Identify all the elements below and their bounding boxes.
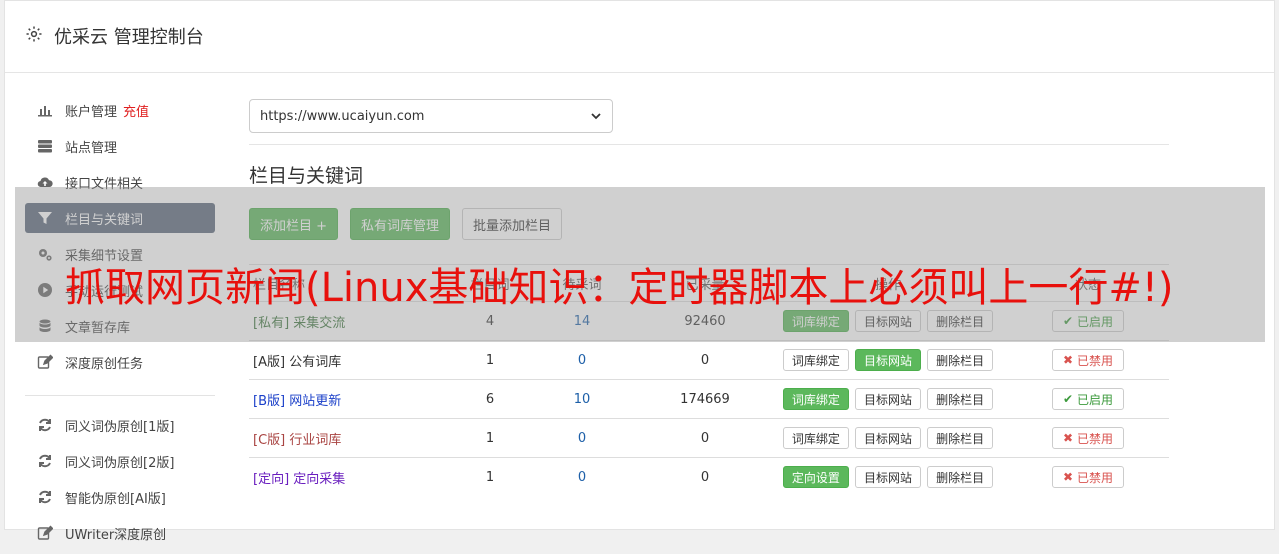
bind-library-button[interactable]: 词库绑定: [782, 349, 849, 371]
delete-column-button[interactable]: 删除栏目: [927, 388, 994, 410]
status-toggle[interactable]: ✖ 已禁用: [1052, 466, 1124, 488]
row-pending[interactable]: 0: [523, 457, 641, 496]
status-label: 已启用: [1076, 392, 1113, 407]
target-site-button[interactable]: 目标网站: [854, 466, 921, 488]
row-name-cell: [C版] 行业词库: [249, 418, 457, 458]
check-icon: ✔: [1063, 392, 1074, 406]
status-label: 已禁用: [1076, 431, 1113, 446]
row-actions: 词库绑定 目标网站 删除栏目: [769, 340, 1007, 380]
sidebar-item-label: 账户管理: [65, 104, 118, 120]
row-tag: [A版]: [253, 354, 286, 370]
close-icon: ✖: [1063, 431, 1074, 445]
row-name-cell: [B版] 网站更新: [249, 379, 457, 419]
refresh-icon: [37, 417, 53, 433]
sidebar-item-label: 同义词伪原创[2版]: [65, 455, 175, 471]
delete-column-button[interactable]: 删除栏目: [927, 349, 994, 371]
status-toggle[interactable]: ✖ 已禁用: [1052, 427, 1124, 449]
row-pending[interactable]: 0: [523, 418, 641, 458]
table-row: [A版] 公有词库 1 0 0 词库绑定 目标网站 删除栏目 ✖ 已禁用: [249, 340, 1169, 380]
row-name-cell: [A版] 公有词库: [249, 340, 457, 380]
table-row: [B版] 网站更新 6 10 174669 词库绑定 目标网站 删除栏目 ✔ 已…: [249, 379, 1169, 419]
row-collected: 174669: [641, 379, 769, 419]
row-actions: 定向设置 目标网站 删除栏目: [769, 457, 1007, 496]
site-select-value: https://www.ucaiyun.com: [260, 108, 425, 124]
row-actions: 词库绑定 目标网站 删除栏目: [769, 379, 1007, 419]
refresh-icon: [37, 453, 53, 469]
directed-settings-button[interactable]: 定向设置: [782, 466, 849, 488]
edit-icon: [37, 354, 53, 370]
status-toggle[interactable]: ✔ 已启用: [1052, 388, 1124, 410]
divider: [249, 144, 1169, 145]
status-toggle[interactable]: ✖ 已禁用: [1052, 349, 1124, 371]
target-site-button[interactable]: 目标网站: [854, 349, 921, 371]
sidebar-item-label: UWriter深度原创: [65, 527, 167, 543]
table-row: [C版] 行业词库 1 0 0 词库绑定 目标网站 删除栏目 ✖ 已禁用: [249, 418, 1169, 458]
row-pending[interactable]: 10: [523, 379, 641, 419]
recharge-link[interactable]: 充值: [123, 101, 149, 120]
section-title: 栏目与关键词: [249, 165, 364, 187]
refresh-icon: [37, 489, 53, 505]
overlay-headline: 抓取网页新闻(Linux基础知识：定时器脚本上必须叫上一行#!): [65, 265, 1174, 311]
sidebar-item-synonym-2[interactable]: 同义词伪原创[2版]: [25, 446, 215, 476]
row-name-cell: [定向] 定向采集: [249, 457, 457, 496]
row-name[interactable]: 网站更新: [289, 394, 341, 409]
delete-column-button[interactable]: 删除栏目: [927, 427, 994, 449]
target-site-button[interactable]: 目标网站: [854, 388, 921, 410]
sidebar-item-synonym-1[interactable]: 同义词伪原创[1版]: [25, 410, 215, 440]
row-tag: [C版]: [253, 432, 286, 448]
sidebar-item-label: 深度原创任务: [65, 356, 144, 372]
top-bar: 优采云 管理控制台: [5, 1, 1274, 73]
row-actions: 词库绑定 目标网站 删除栏目: [769, 418, 1007, 458]
gear-icon: [26, 26, 42, 42]
target-site-button[interactable]: 目标网站: [854, 427, 921, 449]
table-row: [定向] 定向采集 1 0 0 定向设置 目标网站 删除栏目 ✖ 已禁用: [249, 457, 1169, 496]
row-status: ✖ 已禁用: [1007, 340, 1169, 380]
row-tag: [B版]: [253, 393, 286, 409]
sidebar-item-label: 站点管理: [65, 140, 118, 156]
row-collected: 0: [641, 340, 769, 380]
row-name[interactable]: 行业词库: [289, 433, 341, 448]
row-name[interactable]: 公有词库: [289, 355, 341, 370]
row-status: ✔ 已启用: [1007, 379, 1169, 419]
bind-library-button[interactable]: 词库绑定: [782, 427, 849, 449]
row-status: ✖ 已禁用: [1007, 418, 1169, 458]
sidebar-item-ai-rewrite[interactable]: 智能伪原创[AI版]: [25, 482, 215, 512]
close-icon: ✖: [1063, 353, 1074, 367]
bar-chart-icon: [37, 102, 53, 118]
chevron-down-icon: [591, 113, 601, 120]
row-words: 1: [457, 340, 523, 380]
sidebar-item-deep-original[interactable]: 深度原创任务: [25, 347, 215, 377]
sidebar-item-label: 智能伪原创[AI版]: [65, 491, 166, 507]
bind-library-button[interactable]: 词库绑定: [782, 388, 849, 410]
sidebar-divider: [25, 395, 215, 396]
row-words: 1: [457, 418, 523, 458]
sidebar-item-sites[interactable]: 站点管理: [25, 131, 215, 161]
row-status: ✖ 已禁用: [1007, 457, 1169, 496]
edit-icon: [37, 525, 53, 541]
row-words: 1: [457, 457, 523, 496]
close-icon: ✖: [1063, 470, 1074, 484]
row-pending[interactable]: 0: [523, 340, 641, 380]
row-words: 6: [457, 379, 523, 419]
site-select[interactable]: https://www.ucaiyun.com: [249, 99, 613, 133]
sidebar-item-label: 同义词伪原创[1版]: [65, 419, 175, 435]
row-tag: [定向]: [253, 471, 290, 487]
page-title: 优采云 管理控制台: [54, 27, 204, 48]
status-label: 已禁用: [1076, 470, 1113, 485]
delete-column-button[interactable]: 删除栏目: [927, 466, 994, 488]
row-collected: 0: [641, 457, 769, 496]
row-name[interactable]: 定向采集: [293, 472, 345, 487]
row-collected: 0: [641, 418, 769, 458]
sidebar-item-account[interactable]: 账户管理 充值: [25, 95, 215, 125]
sidebar-item-uwriter[interactable]: UWriter深度原创: [25, 518, 215, 548]
status-label: 已禁用: [1076, 353, 1113, 368]
server-icon: [37, 138, 53, 154]
